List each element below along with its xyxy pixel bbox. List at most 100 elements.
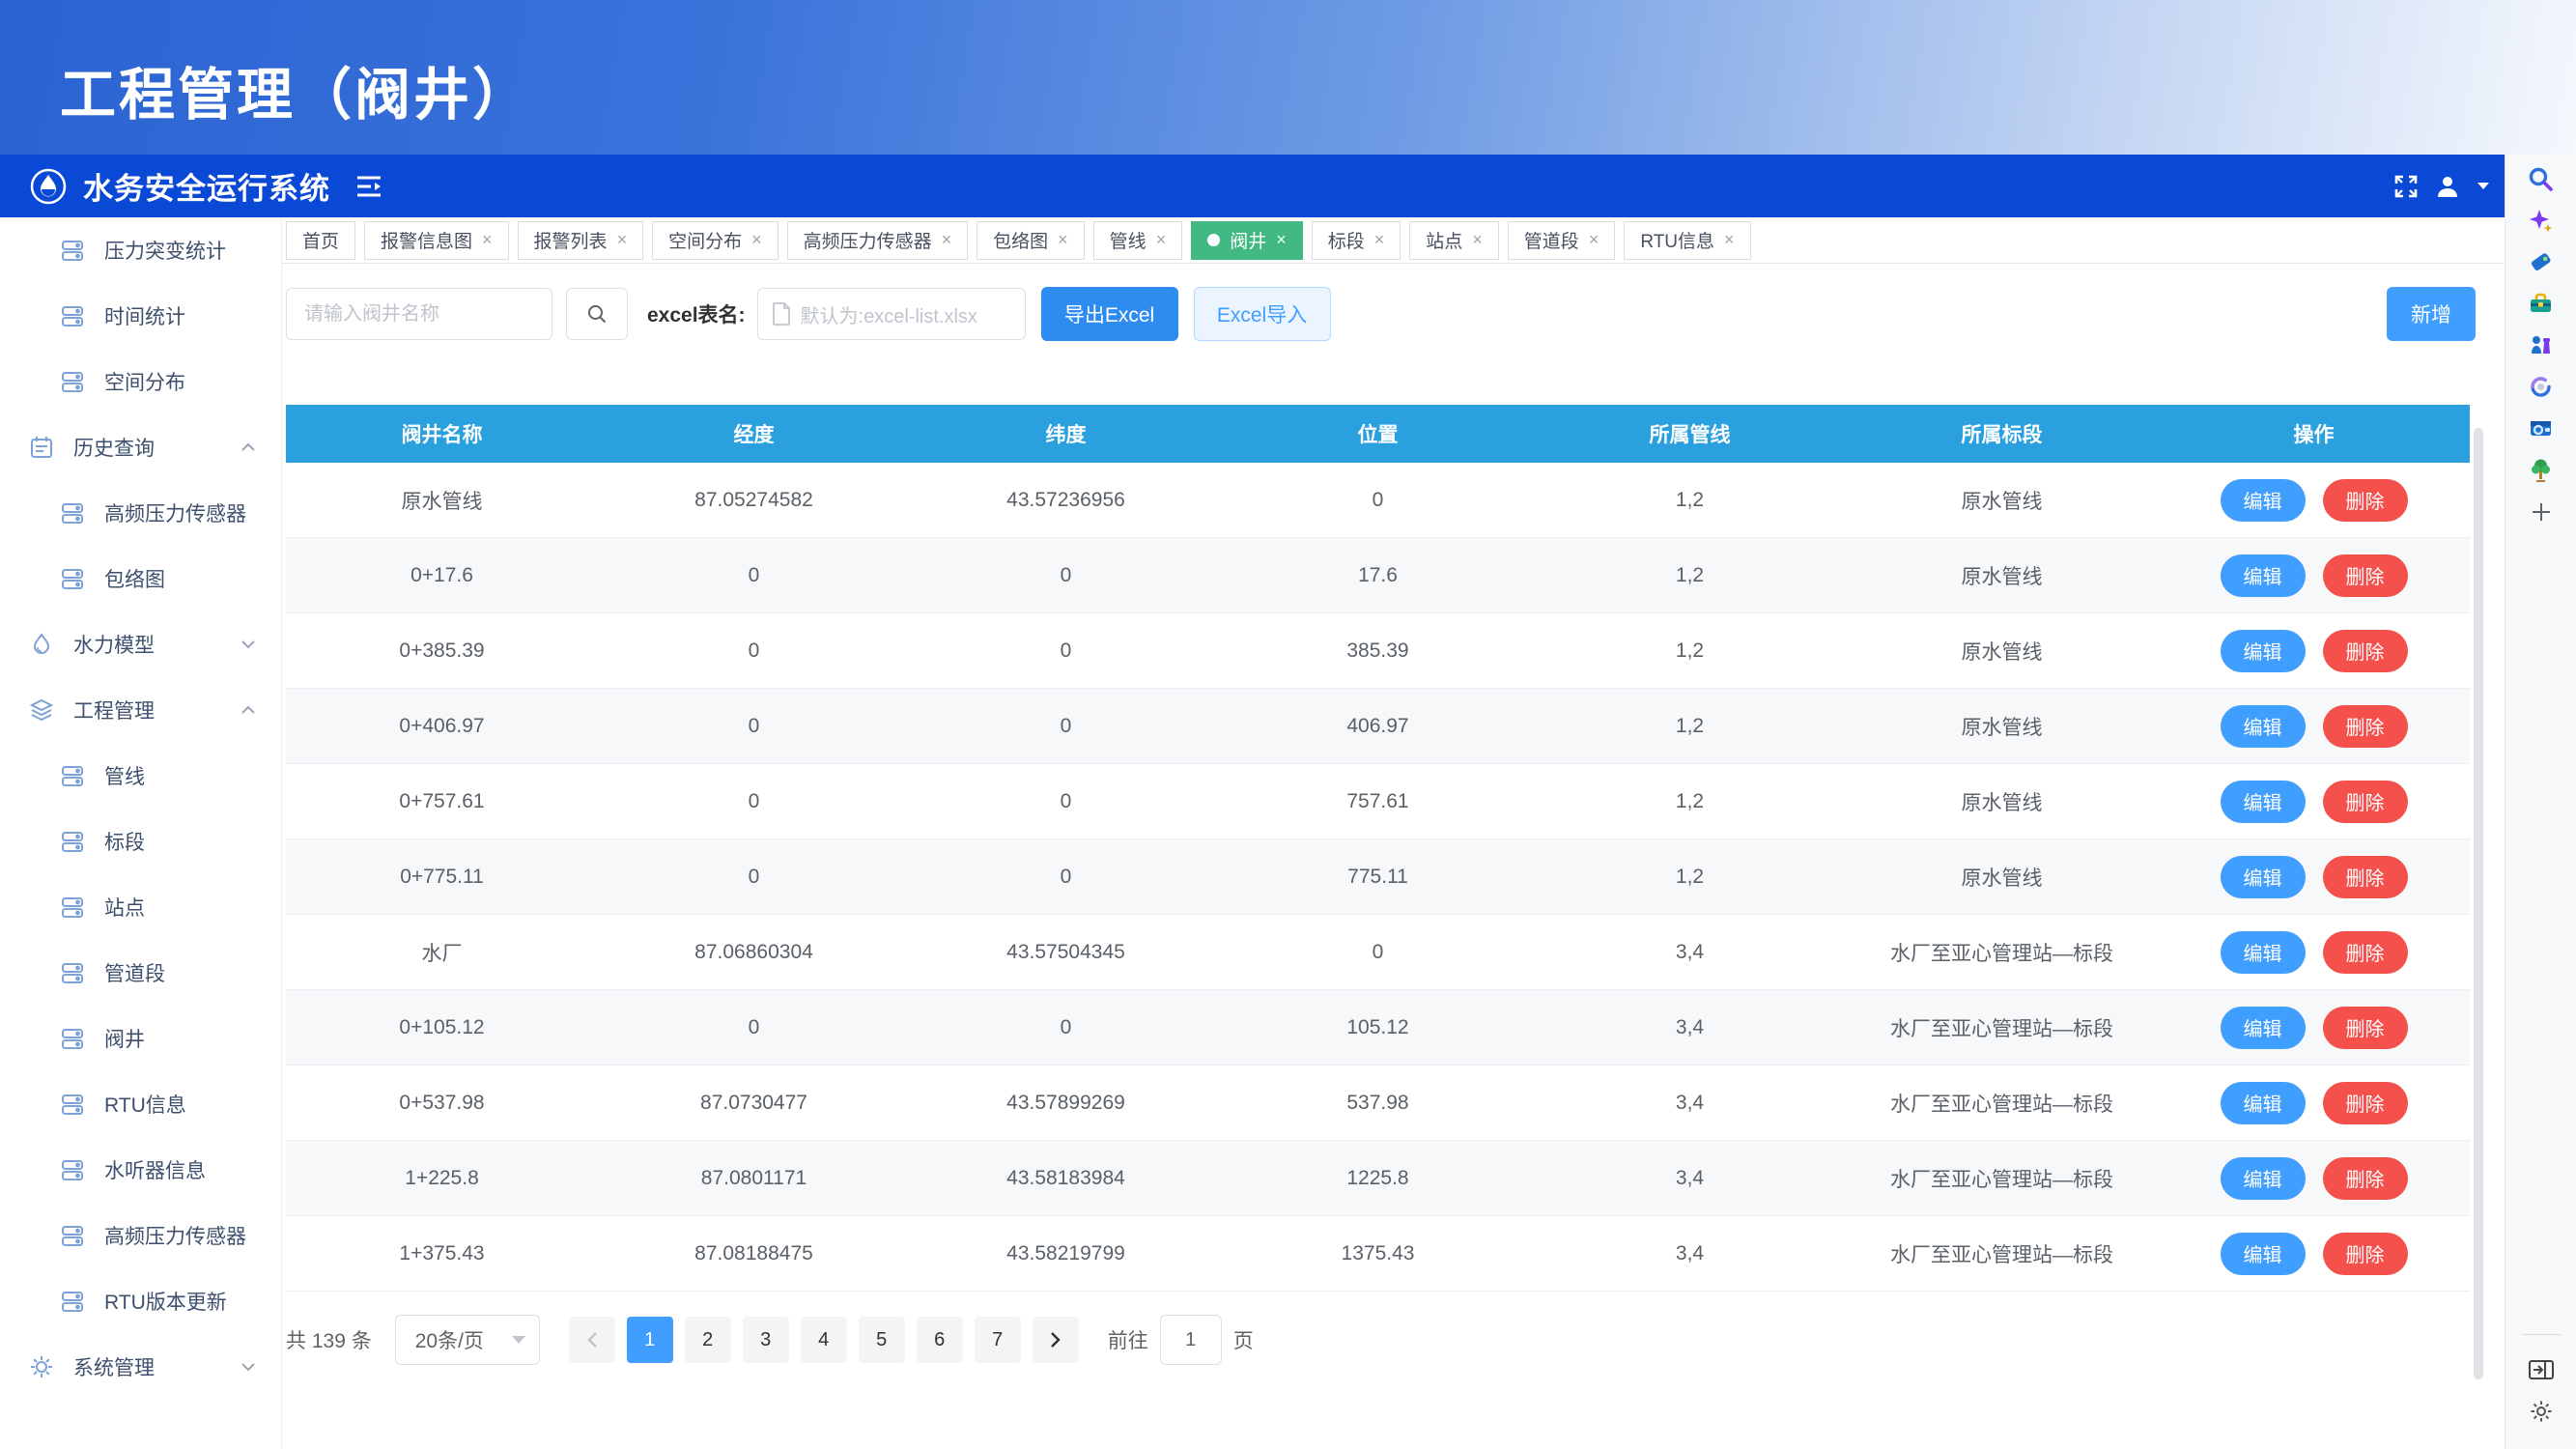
import-excel-button[interactable]: Excel导入 <box>1194 287 1331 341</box>
sidebar-item-valve-well[interactable]: 阀井 <box>0 1006 281 1071</box>
page-button-7[interactable]: 7 <box>975 1317 1021 1363</box>
tab-home[interactable]: 首页 <box>286 221 355 260</box>
browser-games-icon[interactable] <box>2520 325 2562 366</box>
sidebar-item-hydrophone-info[interactable]: 水听器信息 <box>0 1137 281 1203</box>
sidebar-item-station[interactable]: 站点 <box>0 874 281 940</box>
close-icon[interactable]: × <box>1276 230 1287 250</box>
fullscreen-icon[interactable] <box>2392 173 2420 200</box>
tab-pipeline[interactable]: 管线× <box>1093 221 1183 260</box>
close-icon[interactable]: × <box>1374 230 1385 250</box>
close-icon[interactable]: × <box>1472 230 1483 250</box>
close-icon[interactable]: × <box>1724 230 1735 250</box>
sidebar-item-label: 水听器信息 <box>104 1155 206 1184</box>
edit-button[interactable]: 编辑 <box>2221 1082 2306 1124</box>
page-button-3[interactable]: 3 <box>743 1317 789 1363</box>
prev-page-button[interactable] <box>569 1317 615 1363</box>
page-button-4[interactable]: 4 <box>801 1317 847 1363</box>
sidebar-group-hydraulic-model[interactable]: 水力模型 <box>0 611 281 677</box>
sidebar-item-rtu-version-update[interactable]: RTU版本更新 <box>0 1268 281 1334</box>
sidebar-group-engineering-mgmt[interactable]: 工程管理 <box>0 677 281 743</box>
sidebar-item-time-stats[interactable]: 时间统计 <box>0 283 281 349</box>
browser-wallet-icon[interactable] <box>2520 408 2562 449</box>
sidebar-item-hf-pressure-sensor[interactable]: 高频压力传感器 <box>0 480 281 546</box>
tab-valve-well-active[interactable]: 阀井× <box>1191 221 1303 260</box>
close-icon[interactable]: × <box>942 230 952 250</box>
sidebar-item-pipe-segment[interactable]: 管道段 <box>0 940 281 1006</box>
delete-button[interactable]: 删除 <box>2323 781 2408 823</box>
edit-button[interactable]: 编辑 <box>2221 705 2306 748</box>
edit-button[interactable]: 编辑 <box>2221 630 2306 672</box>
close-icon[interactable]: × <box>617 230 628 250</box>
sidebar-item-spatial-distribution[interactable]: 空间分布 <box>0 349 281 414</box>
browser-tree-icon[interactable] <box>2520 449 2562 491</box>
page-size-select[interactable]: 20条/页 <box>395 1315 540 1365</box>
sidebar-item-section[interactable]: 标段 <box>0 809 281 874</box>
sidebar-item-hf-pressure-sensor-mgmt[interactable]: 高频压力传感器 <box>0 1203 281 1268</box>
sidebar-item-pressure-mutation-stats[interactable]: 压力突变统计 <box>0 217 281 283</box>
chevron-down-icon[interactable] <box>2476 181 2491 192</box>
search-input[interactable] <box>286 288 552 340</box>
sidebar-item-pipeline[interactable]: 管线 <box>0 743 281 809</box>
tab-envelope-chart[interactable]: 包络图× <box>977 221 1085 260</box>
delete-button[interactable]: 删除 <box>2323 931 2408 974</box>
edit-button[interactable]: 编辑 <box>2221 554 2306 597</box>
delete-button[interactable]: 删除 <box>2323 1233 2408 1275</box>
browser-copilot-sparkle-icon[interactable] <box>2520 200 2562 242</box>
close-icon[interactable]: × <box>751 230 762 250</box>
goto-page-input[interactable] <box>1160 1315 1222 1365</box>
tab-station[interactable]: 站点× <box>1409 221 1499 260</box>
tab-hf-pressure-sensor[interactable]: 高频压力传感器× <box>787 221 969 260</box>
tab-alarm-info-map[interactable]: 报警信息图× <box>364 221 509 260</box>
browser-settings-gear-icon[interactable] <box>2520 1390 2562 1432</box>
edit-button[interactable]: 编辑 <box>2221 479 2306 522</box>
delete-button[interactable]: 删除 <box>2323 479 2408 522</box>
close-icon[interactable]: × <box>1589 230 1599 250</box>
next-page-button[interactable] <box>1033 1317 1079 1363</box>
close-icon[interactable]: × <box>482 230 493 250</box>
vertical-scrollbar[interactable] <box>2474 428 2483 1379</box>
sidebar-item-envelope-chart[interactable]: 包络图 <box>0 546 281 611</box>
tab-pipe-segment[interactable]: 管道段× <box>1508 221 1616 260</box>
browser-loop-sync-icon[interactable] <box>2520 366 2562 408</box>
delete-button[interactable]: 删除 <box>2323 1007 2408 1049</box>
browser-collections-tag-icon[interactable] <box>2520 242 2562 283</box>
delete-button[interactable]: 删除 <box>2323 630 2408 672</box>
tab-spatial-distribution[interactable]: 空间分布× <box>652 221 778 260</box>
table-body: 原水管线87.0527458243.5723695601,2原水管线 编辑删除 … <box>286 463 2470 1292</box>
column-header: 经度 <box>598 419 910 448</box>
edit-button[interactable]: 编辑 <box>2221 781 2306 823</box>
edit-button[interactable]: 编辑 <box>2221 1007 2306 1049</box>
close-icon[interactable]: × <box>1156 230 1167 250</box>
page-button-5[interactable]: 5 <box>859 1317 905 1363</box>
edit-button[interactable]: 编辑 <box>2221 1233 2306 1275</box>
sidebar-item-rtu-info[interactable]: RTU信息 <box>0 1071 281 1137</box>
excel-name-input[interactable]: 默认为:excel-list.xlsx <box>757 288 1026 340</box>
delete-button[interactable]: 删除 <box>2323 705 2408 748</box>
browser-add-sidebar-icon[interactable] <box>2520 491 2562 532</box>
edit-button[interactable]: 编辑 <box>2221 1157 2306 1200</box>
user-avatar-icon[interactable] <box>2435 174 2460 199</box>
browser-search-icon[interactable] <box>2520 158 2562 200</box>
browser-collapse-sidebar-icon[interactable] <box>2520 1349 2562 1390</box>
sidebar-group-history-query[interactable]: 历史查询 <box>0 414 281 480</box>
collapse-menu-icon[interactable] <box>355 174 384 199</box>
export-excel-button[interactable]: 导出Excel <box>1041 287 1178 341</box>
tab-section[interactable]: 标段× <box>1312 221 1401 260</box>
delete-button[interactable]: 删除 <box>2323 856 2408 898</box>
edit-button[interactable]: 编辑 <box>2221 856 2306 898</box>
tab-rtu-info[interactable]: RTU信息× <box>1624 221 1750 260</box>
delete-button[interactable]: 删除 <box>2323 554 2408 597</box>
delete-button[interactable]: 删除 <box>2323 1082 2408 1124</box>
browser-toolbox-icon[interactable] <box>2520 283 2562 325</box>
close-icon[interactable]: × <box>1058 230 1068 250</box>
edit-button[interactable]: 编辑 <box>2221 931 2306 974</box>
search-button[interactable] <box>566 288 628 340</box>
page-button-1[interactable]: 1 <box>627 1317 673 1363</box>
delete-button[interactable]: 删除 <box>2323 1157 2408 1200</box>
sidebar-group-system-mgmt[interactable]: 系统管理 <box>0 1334 281 1400</box>
layers-icon <box>29 697 54 723</box>
add-button[interactable]: 新增 <box>2387 287 2476 341</box>
page-button-2[interactable]: 2 <box>685 1317 731 1363</box>
page-button-6[interactable]: 6 <box>917 1317 963 1363</box>
tab-alarm-list[interactable]: 报警列表× <box>518 221 644 260</box>
